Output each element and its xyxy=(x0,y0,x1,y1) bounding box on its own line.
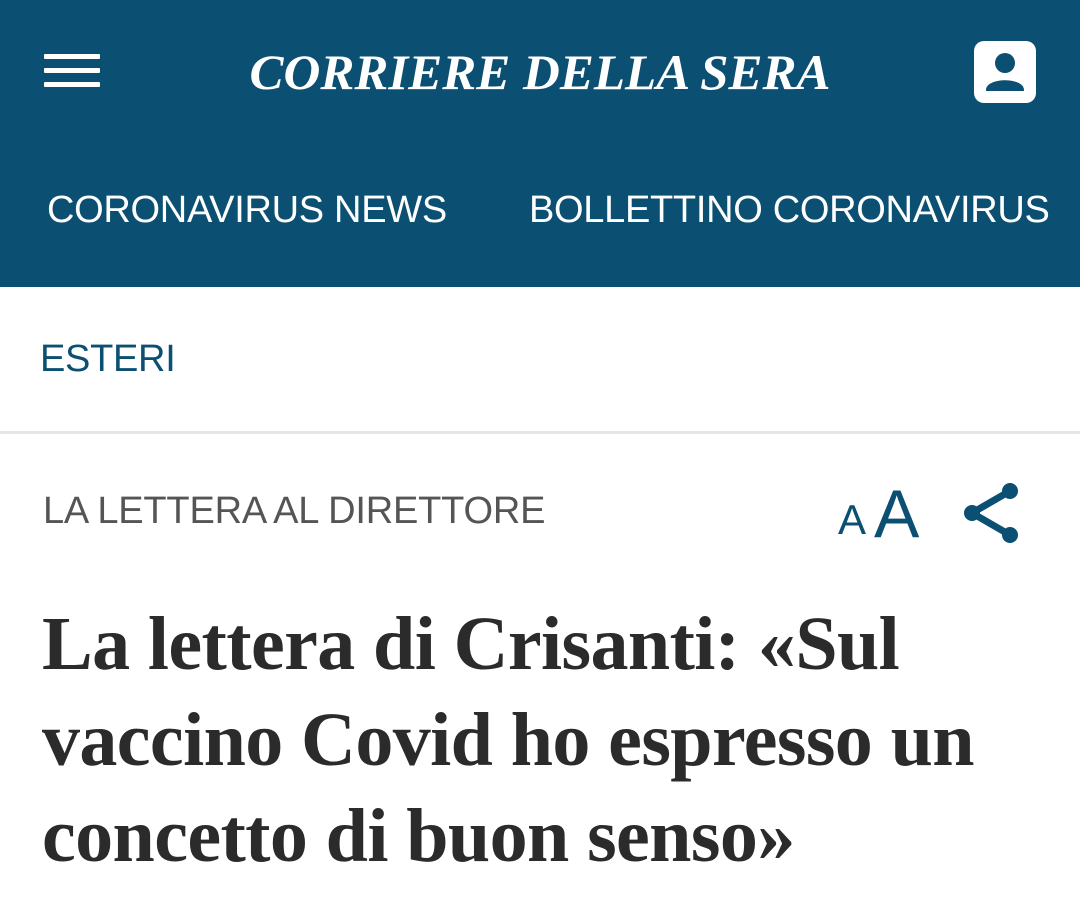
nav-item-bollettino-coronavirus[interactable]: BOLLETTINO CORONAVIRUS xyxy=(529,184,1050,236)
share-icon[interactable] xyxy=(958,478,1024,548)
site-logo[interactable]: CORRIERE DELLA SERA xyxy=(173,36,907,108)
top-navigation: CORONAVIRUS NEWS BOLLETTINO CORONAVIRUS xyxy=(0,160,1080,260)
article-headline: La lettera di Crisanti: «Sul vaccino Cov… xyxy=(42,602,975,878)
font-size-small-letter: A xyxy=(838,496,867,543)
nav-item-coronavirus-news[interactable]: CORONAVIRUS NEWS xyxy=(47,184,447,236)
article-kicker: LA LETTERA AL DIRETTORE xyxy=(43,490,546,532)
font-size-button[interactable]: A A xyxy=(834,476,926,552)
section-bar: ESTERI xyxy=(0,287,1080,434)
section-label[interactable]: ESTERI xyxy=(40,333,176,385)
top-header: CORRIERE DELLA SERA CORONAVIRUS NEWS BOL… xyxy=(0,0,1080,287)
font-size-big-letter: A xyxy=(874,476,920,552)
hamburger-menu-icon[interactable] xyxy=(44,54,100,88)
user-account-icon[interactable] xyxy=(974,41,1036,103)
